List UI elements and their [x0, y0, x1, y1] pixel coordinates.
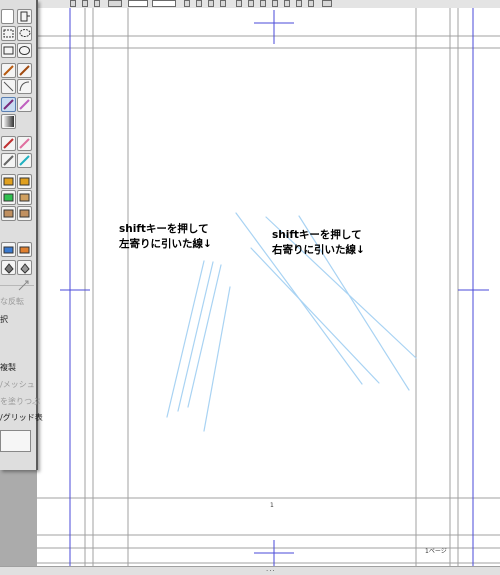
airbrush-icon[interactable] [1, 153, 16, 168]
reverse-label[interactable]: な反転 [0, 297, 24, 307]
toolbar-icon[interactable] [82, 0, 88, 7]
tone-tool-6-icon[interactable] [17, 206, 32, 221]
move-icon[interactable] [17, 279, 32, 294]
drawn-line [166, 260, 205, 418]
color-swatch[interactable] [1, 9, 14, 24]
brush-cyan-icon[interactable] [17, 153, 32, 168]
line-tool-icon[interactable] [1, 79, 16, 94]
eraser-icon[interactable] [1, 242, 16, 257]
toolbar-icon[interactable] [70, 0, 76, 7]
brush-pink-icon[interactable] [17, 136, 32, 151]
canvas-page[interactable]: shiftキーを押して 左寄りに引いた線↓ shiftキーを押して 右寄りに引い… [37, 8, 500, 566]
page-number: 1 [270, 502, 274, 509]
marker-tool-icon[interactable] [17, 97, 32, 112]
annotation-left-line1: shiftキーを押して [119, 223, 209, 235]
curve-tool-icon[interactable] [17, 79, 32, 94]
toolbar-icon[interactable] [236, 0, 242, 7]
toolbar-icon[interactable] [308, 0, 314, 7]
page-label: 1ページ [425, 548, 447, 555]
grid-label[interactable]: /グリッド表 [0, 413, 43, 423]
toolbar-icon[interactable] [94, 0, 100, 7]
annotation-left-line2: 左寄りに引いた線↓ [119, 238, 212, 250]
fill-bucket-2-icon[interactable] [17, 260, 32, 275]
ellipse-icon[interactable] [17, 43, 32, 58]
annotation-right-line2: 右寄りに引いた線↓ [272, 244, 365, 256]
toolbar-icon[interactable] [322, 0, 332, 7]
lasso-icon[interactable] [17, 26, 32, 41]
mesh-label[interactable]: /メッシュ [0, 380, 35, 390]
canvas-drawing [37, 8, 500, 566]
annotation-right: shiftキーを押して 右寄りに引いた線↓ [272, 228, 365, 258]
layer-add-icon[interactable] [17, 9, 32, 24]
select-label[interactable]: 択 [0, 315, 8, 325]
toolbar-icon[interactable] [284, 0, 290, 7]
drawn-line [250, 247, 380, 384]
rect-select-icon[interactable] [1, 26, 16, 41]
g-pen-icon[interactable] [17, 63, 32, 78]
tone-tool-4-icon[interactable] [17, 190, 32, 205]
toolbar-icon[interactable] [248, 0, 254, 7]
tone-tool-5-icon[interactable] [1, 206, 16, 221]
tone-tool-2-icon[interactable] [17, 174, 32, 189]
tone-tool-3-icon[interactable] [1, 190, 16, 205]
pen-tool-icon[interactable] [1, 63, 16, 78]
drawn-line [187, 264, 222, 408]
toolbar-icon[interactable] [260, 0, 266, 7]
toolbar-icon[interactable] [184, 0, 190, 7]
gradient-icon[interactable] [1, 114, 16, 129]
pencil-tool-icon[interactable] [1, 97, 16, 112]
fill-label[interactable]: を塗りつぶ [0, 397, 40, 407]
tone-tool-icon[interactable] [1, 174, 16, 189]
toolbar-field[interactable] [152, 0, 176, 7]
tool-palette: な反転 択 複製 /メッシュ を塗りつぶ /グリッド表 [0, 0, 43, 470]
toolbar-icon[interactable] [220, 0, 226, 7]
brush-red-icon[interactable] [1, 136, 16, 151]
toolbar-field[interactable] [128, 0, 148, 7]
toolbar-icon[interactable] [208, 0, 214, 7]
rectangle-icon[interactable] [1, 43, 16, 58]
drawn-line [203, 286, 231, 432]
drawn-line [177, 261, 214, 412]
toolbar-icon[interactable] [296, 0, 302, 7]
fill-bucket-icon[interactable] [1, 260, 16, 275]
annotation-left: shiftキーを押して 左寄りに引いた線↓ [119, 222, 212, 252]
eraser-2-icon[interactable] [17, 242, 32, 257]
copy-label[interactable]: 複製 [0, 363, 16, 373]
annotation-right-line1: shiftキーを押して [272, 229, 362, 241]
toolbar-icon[interactable] [108, 0, 122, 7]
palette-input-field[interactable] [0, 430, 31, 452]
toolbar-icon[interactable] [196, 0, 202, 7]
toolbar-icon[interactable] [272, 0, 278, 7]
